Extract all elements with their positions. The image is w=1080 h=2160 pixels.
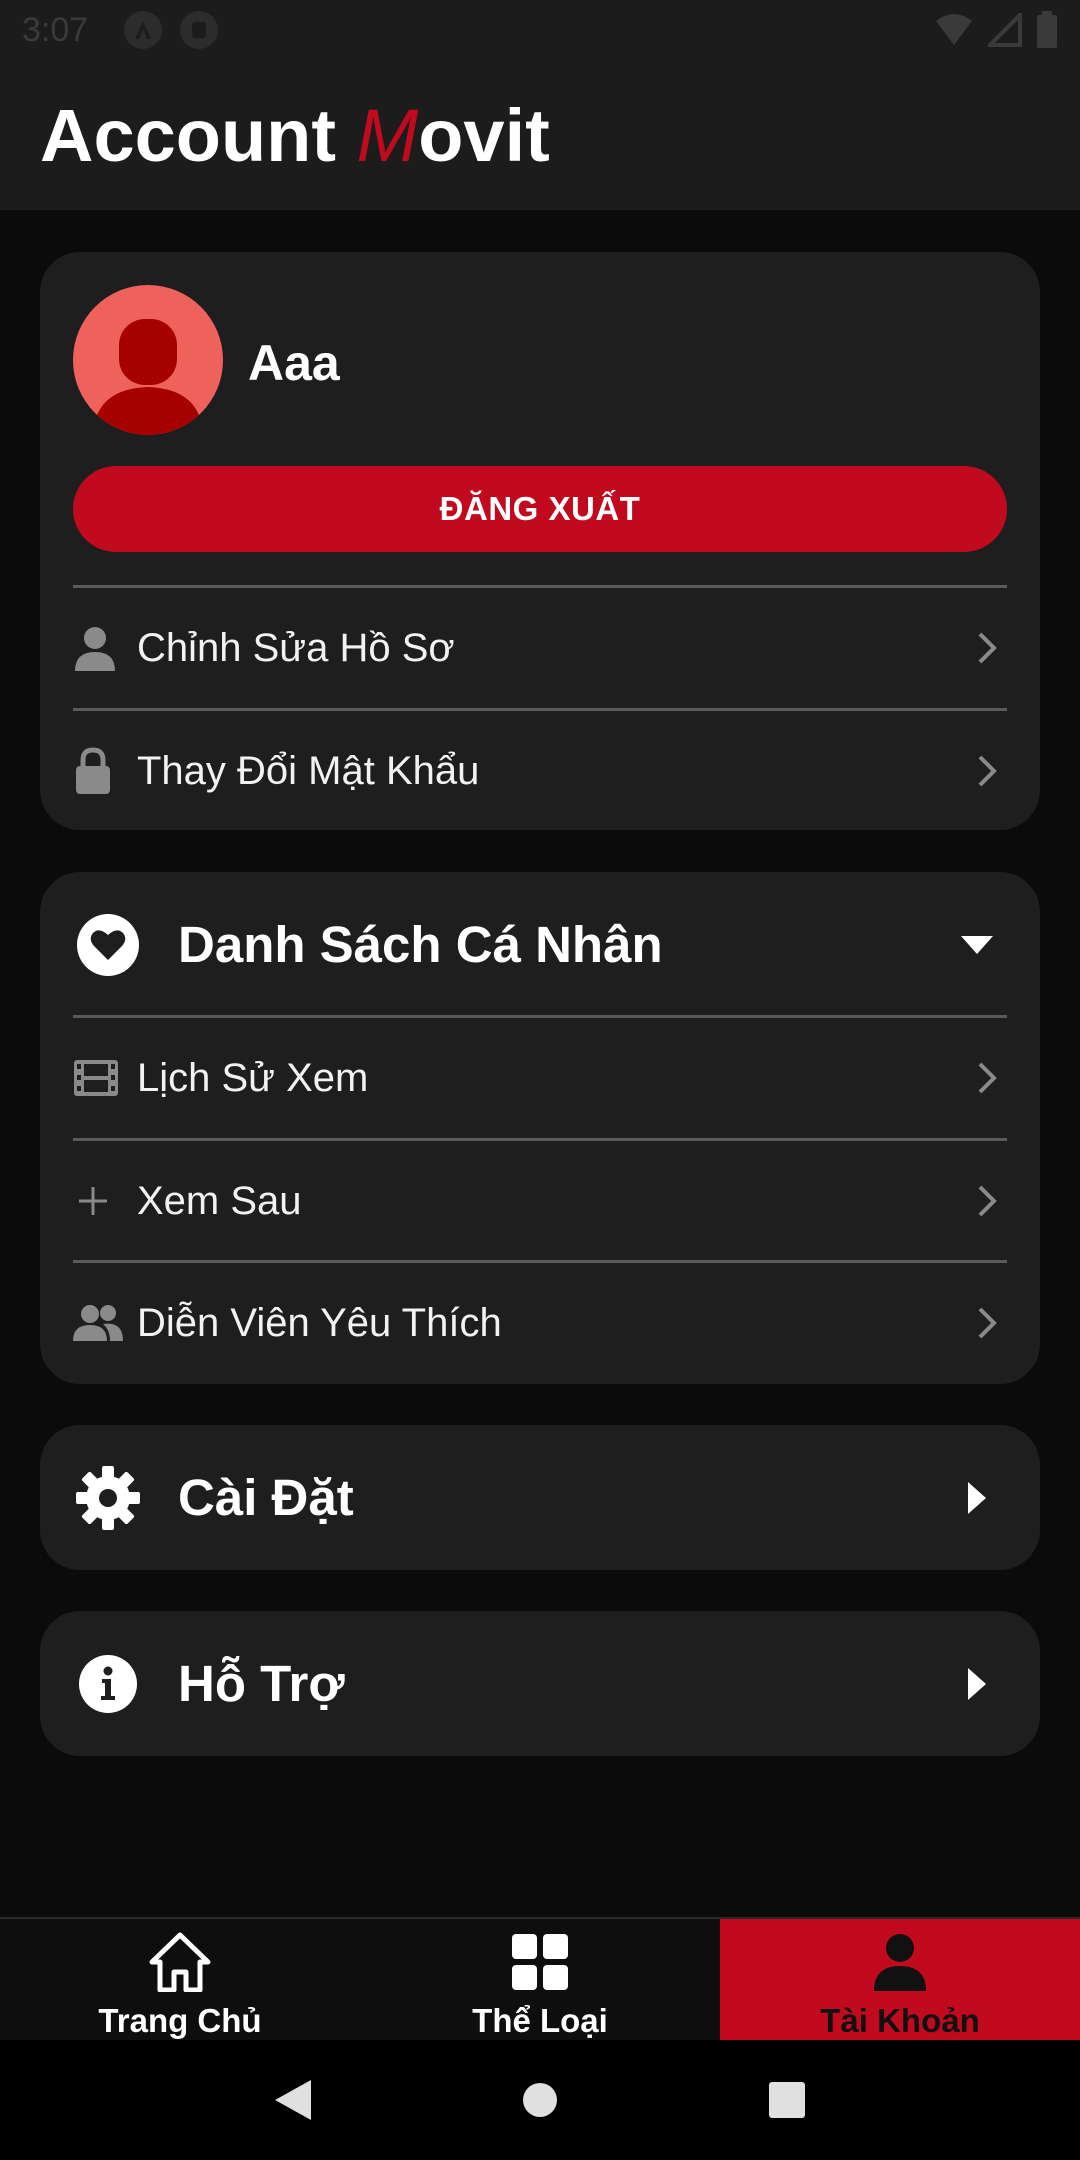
heart-icon bbox=[73, 910, 143, 980]
notification-b-icon bbox=[180, 11, 219, 49]
chevron-right-icon bbox=[967, 1181, 1007, 1221]
status-time: 3:07 bbox=[22, 10, 89, 49]
chevron-right-icon bbox=[967, 628, 1007, 668]
watch-history-label: Lịch Sử Xem bbox=[137, 1055, 369, 1100]
notification-a-icon bbox=[124, 11, 163, 49]
battery-icon bbox=[1036, 11, 1058, 49]
favorite-actors-label: Diễn Viên Yêu Thích bbox=[137, 1300, 502, 1345]
change-password-label: Thay Đổi Mật Khẩu bbox=[137, 748, 480, 793]
change-password-item[interactable]: Thay Đổi Mật Khẩu bbox=[73, 711, 1007, 831]
gear-icon bbox=[73, 1463, 143, 1533]
lock-icon bbox=[73, 745, 125, 797]
nav-account[interactable]: Tài Khoản bbox=[720, 1919, 1080, 2040]
chevron-right-icon bbox=[967, 1303, 1007, 1343]
plus-icon bbox=[73, 1175, 125, 1227]
support-title: Hỗ Trợ bbox=[178, 1655, 345, 1712]
nav-account-label: Tài Khoản bbox=[820, 2002, 980, 2039]
person-icon bbox=[73, 622, 125, 674]
watch-later-item[interactable]: Xem Sau bbox=[73, 1141, 1007, 1261]
title-prefix: Account bbox=[40, 93, 357, 177]
support-card[interactable]: Hỗ Trợ bbox=[40, 1611, 1040, 1756]
nav-categories[interactable]: Thể Loại bbox=[360, 1919, 720, 2040]
signal-icon bbox=[988, 13, 1022, 47]
chevron-right-icon bbox=[967, 1058, 1007, 1098]
app-header: Account Movit bbox=[0, 60, 1080, 210]
wifi-icon bbox=[934, 13, 974, 47]
status-bar: 3:07 bbox=[0, 0, 1080, 60]
profile-card: Aaa ĐĂNG XUẤT Chỉnh Sửa Hồ Sơ Thay Đổi M… bbox=[40, 252, 1040, 830]
brand-m-letter: M bbox=[356, 93, 419, 177]
chevron-right-icon bbox=[967, 751, 1007, 791]
edit-profile-label: Chỉnh Sửa Hồ Sơ bbox=[137, 625, 455, 670]
logout-button[interactable]: ĐĂNG XUẤT bbox=[73, 466, 1007, 552]
support-header[interactable]: Hỗ Trợ bbox=[73, 1611, 1007, 1756]
nav-home-label: Trang Chủ bbox=[98, 2002, 262, 2039]
caret-down-icon[interactable] bbox=[955, 923, 999, 967]
user-silhouette-icon bbox=[93, 319, 203, 435]
watch-history-item[interactable]: Lịch Sử Xem bbox=[73, 1018, 1007, 1138]
recents-square-icon[interactable] bbox=[757, 2070, 817, 2130]
edit-profile-item[interactable]: Chỉnh Sửa Hồ Sơ bbox=[73, 588, 1007, 708]
home-circle-icon[interactable] bbox=[510, 2070, 570, 2130]
personal-list-card: Danh Sách Cá Nhân Lịch Sử Xem Xem Sau Di… bbox=[40, 872, 1040, 1384]
home-icon bbox=[149, 1931, 211, 1992]
settings-header[interactable]: Cài Đặt bbox=[73, 1425, 1007, 1570]
nav-categories-label: Thể Loại bbox=[472, 2002, 608, 2039]
personal-list-title: Danh Sách Cá Nhân bbox=[178, 916, 663, 973]
system-nav-bar bbox=[0, 2040, 1080, 2160]
film-icon bbox=[73, 1052, 125, 1104]
caret-right-icon bbox=[955, 1662, 999, 1706]
back-icon[interactable] bbox=[263, 2070, 323, 2130]
bottom-nav: Trang Chủ Thể Loại Tài Khoản bbox=[0, 1917, 1080, 2040]
favorite-actors-item[interactable]: Diễn Viên Yêu Thích bbox=[73, 1263, 1007, 1383]
personal-list-header[interactable]: Danh Sách Cá Nhân bbox=[73, 872, 1007, 1017]
page-title: Account Movit bbox=[40, 93, 550, 178]
grid-icon bbox=[511, 1931, 569, 1992]
watch-later-label: Xem Sau bbox=[137, 1178, 302, 1223]
account-icon bbox=[872, 1931, 928, 1992]
brand-rest: ovit bbox=[418, 93, 550, 177]
nav-home[interactable]: Trang Chủ bbox=[0, 1919, 360, 2040]
info-icon bbox=[73, 1649, 143, 1719]
people-icon bbox=[73, 1297, 125, 1349]
username: Aaa bbox=[248, 335, 340, 391]
settings-card[interactable]: Cài Đặt bbox=[40, 1425, 1040, 1570]
caret-right-icon bbox=[955, 1476, 999, 1520]
avatar[interactable] bbox=[73, 285, 223, 435]
settings-title: Cài Đặt bbox=[178, 1469, 354, 1526]
